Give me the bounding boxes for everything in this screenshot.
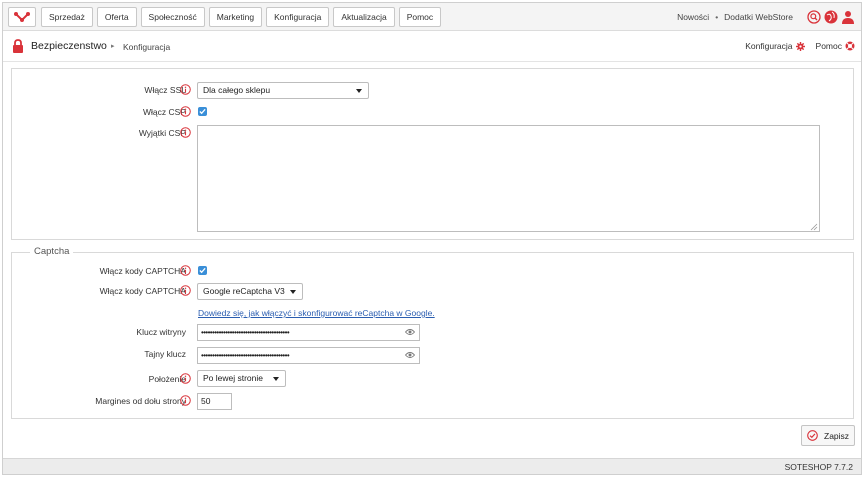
secret-key-label: Tajny klucz [144,349,186,359]
captcha-legend: Captcha [30,246,74,257]
lifebuoy-icon[interactable] [845,41,855,51]
separator-dot: • [715,12,719,22]
security-panel: Włącz SSL Dla całego sklepu Włącz CSP Wy… [11,68,854,240]
main-menu: Sprzedaż Oferta Społeczność Marketing Ko… [41,7,442,27]
site-key-label: Klucz witryny [136,327,186,337]
save-label: Zapisz [824,430,850,441]
position-select[interactable]: Po lewej stronie [197,370,286,387]
app-window: Sprzedaż Oferta Społeczność Marketing Ko… [2,2,862,475]
top-right-links: Nowości • Dodatki WebStore [677,7,855,27]
search-icon[interactable] [807,10,821,24]
breadcrumb: Bezpieczenstwo ▸ Konfiguracja Konfigurac… [3,32,861,62]
captcha-enable-label: Włącz kody CAPTCHA [99,266,186,276]
site-key-input[interactable]: •••••••••••••••••••••••••••••••••••••••• [197,324,420,341]
logo-icon [14,12,30,22]
info-icon[interactable] [180,395,191,406]
captcha-type-label: Włącz kody CAPTCHA [99,286,186,296]
logo-button[interactable] [8,7,36,27]
breadcrumb-separator: ▸ [111,43,115,50]
margin-value: 50 [201,396,211,406]
chevron-down-icon [273,377,279,381]
ssl-select-value: Dla całego sklepu [203,85,271,95]
gear-icon[interactable] [795,41,805,51]
webstore-link[interactable]: Dodatki WebStore [724,12,793,22]
menu-oferta[interactable]: Oferta [96,7,137,27]
margin-label: Margines od dołu strony [95,396,186,406]
footer: SOTESHOP 7.7.2 [3,458,861,474]
chevron-down-icon [356,89,362,93]
secret-key-input[interactable]: •••••••••••••••••••••••••••••••••••••••• [197,347,420,364]
csp-exceptions-textarea[interactable] [197,125,820,232]
captcha-type-select[interactable]: Google reCaptcha V3 [197,283,303,300]
version-label: SOTESHOP 7.7.2 [784,462,853,472]
top-icons [807,10,855,24]
page-title: Bezpieczenstwo [31,40,107,52]
eye-icon[interactable] [405,328,415,336]
user-icon[interactable] [841,10,855,24]
top-navigation: Sprzedaż Oferta Społeczność Marketing Ko… [3,3,861,31]
news-link[interactable]: Nowości [677,12,709,22]
info-icon[interactable] [180,265,191,276]
menu-marketing[interactable]: Marketing [208,7,263,27]
breadcrumb-current: Konfiguracja [123,42,171,52]
menu-pomoc[interactable]: Pomoc [398,7,442,27]
info-icon[interactable] [180,106,191,117]
config-link[interactable]: Konfiguracja [745,41,792,51]
menu-spolecznosc[interactable]: Społeczność [140,7,205,27]
ssl-select[interactable]: Dla całego sklepu [197,82,369,99]
position-value: Po lewej stronie [203,373,264,383]
captcha-panel: Captcha Włącz kody CAPTCHA Włącz kody CA… [11,246,854,419]
info-icon[interactable] [180,373,191,384]
margin-input[interactable]: 50 [197,393,232,410]
captcha-type-value: Google reCaptcha V3 [203,286,285,296]
chevron-down-icon [290,290,296,294]
checkmark-icon [199,108,206,115]
resize-grip-icon[interactable] [810,223,818,231]
breadcrumb-actions: Konfiguracja Pomoc [745,41,855,51]
checkmark-icon [199,267,206,274]
captcha-enable-checkbox[interactable] [198,266,207,275]
menu-sprzedaz[interactable]: Sprzedaż [41,7,93,27]
info-icon[interactable] [180,127,191,138]
info-icon[interactable] [180,84,191,95]
check-circle-icon [807,430,818,441]
help-link[interactable]: Pomoc [816,41,842,51]
secret-key-value: •••••••••••••••••••••••••••••••••••••••• [201,351,290,360]
info-icon[interactable] [180,285,191,296]
csp-checkbox[interactable] [198,107,207,116]
save-button[interactable]: Zapisz [801,425,855,446]
menu-aktualizacja[interactable]: Aktualizacja [333,7,395,27]
lock-icon [13,39,23,53]
menu-konfiguracja[interactable]: Konfiguracja [266,7,330,27]
globe-icon[interactable] [824,10,838,24]
site-key-value: •••••••••••••••••••••••••••••••••••••••• [201,328,290,337]
recaptcha-help-link[interactable]: Dowiedz się, jak włączyć i skonfigurować… [198,308,435,318]
eye-icon[interactable] [405,351,415,359]
csp-exceptions-label: Wyjątki CSP [138,128,186,138]
